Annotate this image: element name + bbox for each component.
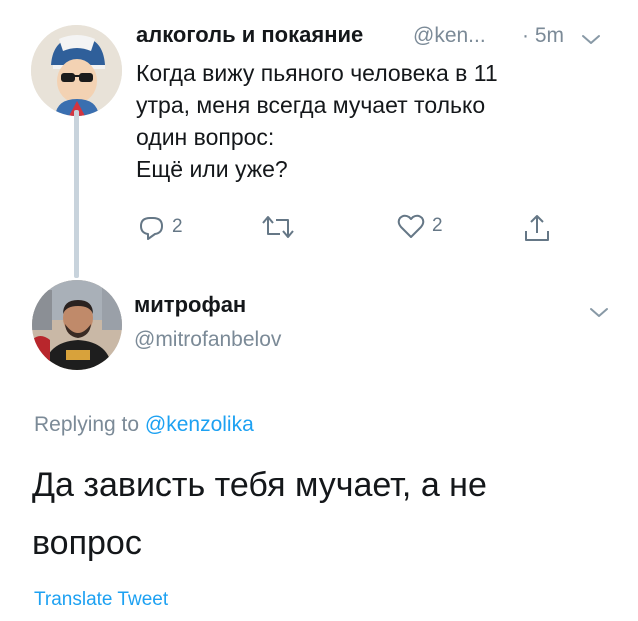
translate-tweet-link[interactable]: Translate Tweet [34,589,168,611]
heart-icon [397,214,425,238]
retweet-icon [262,216,294,238]
replying-prefix: Replying to [34,413,140,436]
reply-count: 2 [172,216,183,237]
thread-line [74,110,79,278]
replying-mention-link[interactable]: @kenzolika [145,413,254,436]
like-button[interactable]: 2 [396,212,443,240]
tweet2-author-name[interactable]: митрофан [134,292,246,318]
tweet2-avatar[interactable] [32,280,122,370]
tweet1-author-handle[interactable]: @ken... [413,24,486,48]
share-icon [525,215,549,241]
reply-button[interactable]: 2 [136,212,183,242]
tweet1-timestamp[interactable]: · 5m [522,24,564,48]
tweet1-text: Когда вижу пьяного человека в 11 утра, м… [136,57,606,185]
tweet1-avatar[interactable] [31,25,122,116]
tweet2-text-line: Да зависть тебя мучает, а не [32,466,487,504]
tweet2-menu-button[interactable] [588,305,610,321]
man-photo-avatar-icon [32,280,122,370]
tweet1-text-line: один вопрос: [136,124,275,150]
tweet1-text-line: Ещё или уже? [136,156,288,182]
tweet2-author-handle[interactable]: @mitrofanbelov [134,328,281,352]
replying-to: Replying to @kenzolika [34,413,254,437]
cartoon-character-avatar-icon [31,25,122,116]
tweet1-menu-button[interactable] [580,32,602,48]
tweet1-author-name[interactable]: алкоголь и покаяние [136,22,363,48]
tweet2-text: Да зависть тебя мучает, а не вопрос [32,456,612,572]
retweet-button[interactable] [260,212,302,242]
share-button[interactable] [522,212,552,244]
like-count: 2 [432,215,443,236]
tweet2-text-line: вопрос [32,524,142,562]
chevron-down-icon [590,308,608,317]
tweet1-text-line: Когда вижу пьяного человека в 11 [136,60,498,86]
tweet1-text-line: утра, меня всегда мучает только [136,92,486,118]
reply-icon [140,217,163,240]
chevron-down-icon [582,35,600,44]
